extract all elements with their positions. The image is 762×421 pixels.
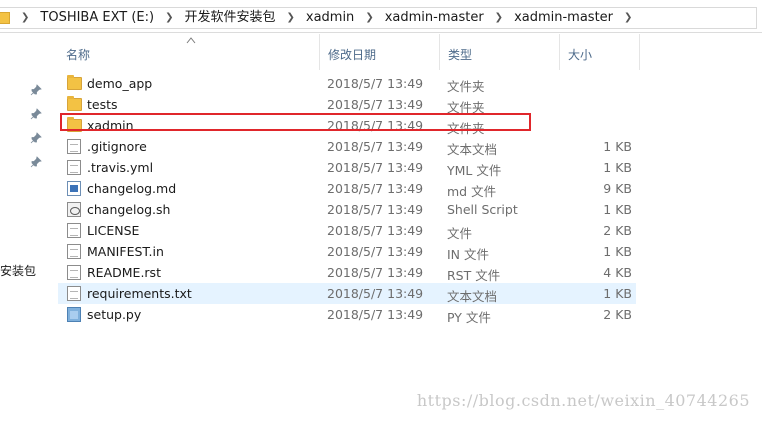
chevron-right-icon[interactable]: ❯: [165, 8, 173, 28]
breadcrumb-folder-installers[interactable]: 开发软件安装包: [184, 8, 275, 28]
file-name: tests: [87, 97, 118, 112]
file-name: demo_app: [87, 76, 153, 91]
nav-item-installers[interactable]: 安装包: [0, 262, 36, 279]
file-type: YML 文件: [447, 163, 502, 178]
chevron-right-icon[interactable]: ❯: [624, 8, 632, 28]
text-file-icon: [67, 265, 81, 280]
file-type: md 文件: [447, 184, 497, 199]
file-type: 文本文档: [447, 142, 498, 157]
file-row[interactable]: README.rst 2018/5/7 13:49 RST 文件 4 KB: [58, 262, 636, 283]
chevron-right-icon[interactable]: ❯: [286, 8, 294, 28]
file-date-modified: 2018/5/7 13:49: [327, 160, 424, 175]
pin-icon[interactable]: [30, 84, 42, 96]
file-row[interactable]: changelog.sh 2018/5/7 13:49 Shell Script 1 …: [58, 199, 636, 220]
file-date-modified: 2018/5/7 13:49: [327, 76, 424, 91]
file-type: 文件夹: [447, 79, 485, 94]
chevron-right-icon[interactable]: ❯: [365, 8, 373, 28]
file-size: 1 KB: [603, 244, 632, 259]
file-row[interactable]: .gitignore 2018/5/7 13:49 文本文档 1 KB: [58, 136, 636, 157]
address-bar: ❯ TOSHIBA EXT (E:) ❯ 开发软件安装包 ❯ xadmin ❯ …: [0, 0, 762, 33]
folder-icon: [67, 96, 82, 111]
file-type: PY 文件: [447, 310, 491, 325]
file-row[interactable]: LICENSE 2018/5/7 13:49 文件 2 KB: [58, 220, 636, 241]
file-list: demo_app 2018/5/7 13:49 文件夹 tests 2018/5/7 1…: [58, 73, 638, 325]
file-type: Shell Script: [447, 202, 518, 217]
column-header-name[interactable]: 名称: [58, 34, 320, 70]
file-name: changelog.md: [87, 181, 177, 196]
breadcrumb-drive[interactable]: TOSHIBA EXT (E:): [40, 8, 154, 28]
text-file-icon: [67, 244, 81, 259]
file-date-modified: 2018/5/7 13:49: [327, 181, 424, 196]
column-header-date[interactable]: 修改日期: [320, 34, 440, 70]
column-headers: 名称 修改日期 类型 大小: [58, 34, 658, 70]
file-date-modified: 2018/5/7 13:49: [327, 244, 424, 259]
file-name: MANIFEST.in: [87, 244, 164, 259]
column-header-type[interactable]: 类型: [440, 34, 560, 70]
file-name: changelog.sh: [87, 202, 171, 217]
python-file-icon: [67, 307, 81, 322]
file-type: IN 文件: [447, 247, 490, 262]
file-name: README.rst: [87, 265, 161, 280]
watermark: https://blog.csdn.net/weixin_40744265: [416, 391, 750, 410]
text-file-icon: [67, 286, 81, 301]
file-row[interactable]: .travis.yml 2018/5/7 13:49 YML 文件 1 KB: [58, 157, 636, 178]
file-type: 文本文档: [447, 289, 498, 304]
file-type: RST 文件: [447, 268, 501, 283]
chevron-right-icon[interactable]: ❯: [21, 8, 29, 28]
markdown-file-icon: [67, 181, 81, 196]
file-size: 2 KB: [603, 307, 632, 322]
file-name: LICENSE: [87, 223, 140, 238]
file-name: .gitignore: [87, 139, 147, 154]
file-name: requirements.txt: [87, 286, 192, 301]
text-file-icon: [67, 160, 81, 175]
file-date-modified: 2018/5/7 13:49: [327, 307, 424, 322]
breadcrumb-folder-xadmin-master[interactable]: xadmin-master: [385, 8, 484, 28]
breadcrumb-folder-xadmin-master-current[interactable]: xadmin-master: [514, 8, 613, 28]
file-name: setup.py: [87, 307, 142, 322]
file-name: .travis.yml: [87, 160, 154, 175]
file-size: 1 KB: [603, 202, 632, 217]
file-size: 1 KB: [603, 160, 632, 175]
shell-script-icon: [67, 202, 81, 217]
file-date-modified: 2018/5/7 13:49: [327, 139, 424, 154]
file-row[interactable]: requirements.txt 2018/5/7 13:49 文本文档 1 KB: [58, 283, 636, 304]
file-date-modified: 2018/5/7 13:49: [327, 97, 424, 112]
file-date-modified: 2018/5/7 13:49: [327, 286, 424, 301]
file-row[interactable]: tests 2018/5/7 13:49 文件夹: [58, 94, 636, 115]
text-file-icon: [67, 223, 81, 238]
text-file-icon: [67, 139, 81, 154]
file-row[interactable]: changelog.md 2018/5/7 13:49 md 文件 9 KB: [58, 178, 636, 199]
file-type: 文件: [447, 226, 473, 241]
column-header-size[interactable]: 大小: [560, 34, 640, 70]
annotation-highlight-box: [60, 113, 531, 131]
breadcrumb-folder-xadmin[interactable]: xadmin: [306, 8, 354, 28]
file-size: 2 KB: [603, 223, 632, 238]
chevron-right-icon[interactable]: ❯: [495, 8, 503, 28]
file-date-modified: 2018/5/7 13:49: [327, 223, 424, 238]
folder-icon: [0, 12, 10, 24]
navigation-pane: 安装包: [0, 34, 58, 421]
file-size: 1 KB: [603, 286, 632, 301]
folder-icon: [67, 75, 82, 90]
file-date-modified: 2018/5/7 13:49: [327, 202, 424, 217]
pin-icon[interactable]: [30, 156, 42, 168]
file-size: 4 KB: [603, 265, 632, 280]
file-size: 1 KB: [603, 139, 632, 154]
pin-icon[interactable]: [30, 108, 42, 120]
file-row[interactable]: MANIFEST.in 2018/5/7 13:49 IN 文件 1 KB: [58, 241, 636, 262]
file-row[interactable]: demo_app 2018/5/7 13:49 文件夹: [58, 73, 636, 94]
breadcrumb[interactable]: ❯ TOSHIBA EXT (E:) ❯ 开发软件安装包 ❯ xadmin ❯ …: [0, 7, 757, 29]
file-row[interactable]: setup.py 2018/5/7 13:49 PY 文件 2 KB: [58, 304, 636, 325]
file-size: 9 KB: [603, 181, 632, 196]
file-date-modified: 2018/5/7 13:49: [327, 265, 424, 280]
pin-icon[interactable]: [30, 132, 42, 144]
